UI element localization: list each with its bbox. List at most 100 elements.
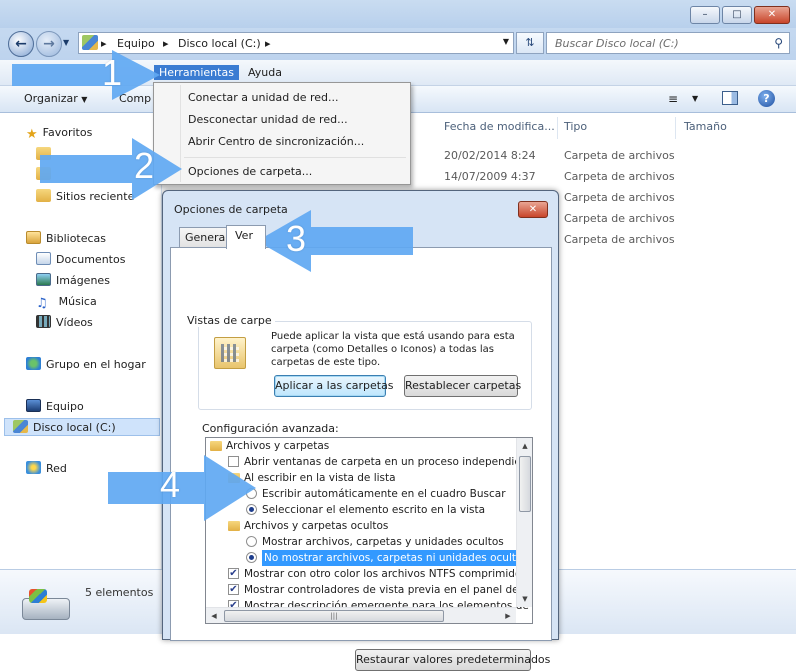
- vertical-scrollbar[interactable]: ▲ ▼: [516, 438, 532, 607]
- advanced-setting-label: Al escribir en la vista de lista: [244, 472, 396, 484]
- scroll-thumb[interactable]: [519, 456, 531, 512]
- search-icon[interactable]: ⚲: [774, 36, 783, 50]
- nav-label: Música: [58, 295, 97, 308]
- view-options-icon[interactable]: ≡: [668, 92, 678, 106]
- advanced-setting-label: Mostrar con otro color los archivos NTFS…: [244, 568, 533, 580]
- file-type: Carpeta de archivos: [564, 170, 675, 183]
- documents-icon: [36, 252, 51, 265]
- scroll-thumb[interactable]: |||: [224, 610, 444, 622]
- status-item-count: 5 elementos: [85, 586, 154, 599]
- scroll-right-icon[interactable]: ▶: [500, 608, 516, 623]
- title-bar: – □ ✕: [0, 0, 796, 28]
- folder-views-icon: [214, 337, 246, 369]
- herramientas-dropdown: Conectar a unidad de red... Desconectar …: [153, 82, 411, 185]
- nav-label: Equipo: [46, 400, 84, 413]
- menu-herramientas[interactable]: Herramientas: [154, 65, 239, 80]
- nav-label: Documentos: [56, 253, 126, 266]
- advanced-setting-item[interactable]: ✔ Mostrar con otro color los archivos NTF…: [206, 566, 532, 582]
- nav-disco-local[interactable]: Disco local (C:): [4, 418, 160, 436]
- annotation-arrow-2: [40, 138, 182, 200]
- pictures-icon: [36, 273, 51, 286]
- search-input[interactable]: Buscar Disco local (C:) ⚲: [546, 32, 790, 54]
- maximize-button[interactable]: □: [722, 6, 752, 24]
- column-header-tamano[interactable]: Tamaño: [684, 120, 727, 133]
- chevron-down-icon[interactable]: ▼: [503, 37, 509, 46]
- column-header-fecha[interactable]: Fecha de modifica...: [444, 120, 555, 133]
- advanced-setting-label: Seleccionar el elemento escrito en la vi…: [262, 504, 486, 516]
- breadcrumb-separator-icon[interactable]: ▸: [163, 37, 169, 50]
- restaurar-valores-button[interactable]: Restaurar valores predeterminados: [355, 649, 550, 671]
- chevron-down-icon[interactable]: ▼: [692, 94, 698, 103]
- preview-pane-icon[interactable]: [722, 91, 738, 105]
- menu-item-conectar-unidad[interactable]: Conectar a unidad de red...: [188, 91, 338, 104]
- advanced-setting-label: Archivos y carpetas: [226, 440, 330, 452]
- checkbox[interactable]: ✔: [228, 568, 239, 579]
- folder-icon: [228, 521, 240, 531]
- minimize-button[interactable]: –: [690, 6, 720, 24]
- nav-red[interactable]: Red: [26, 460, 67, 478]
- drive-icon: [22, 589, 70, 620]
- nav-videos[interactable]: Vídeos: [36, 314, 93, 332]
- horizontal-scrollbar[interactable]: ◀ ||| ▶: [206, 607, 516, 623]
- advanced-setting-label: Mostrar controladores de vista previa en…: [244, 584, 533, 596]
- menu-item-opciones-carpeta[interactable]: Opciones de carpeta...: [188, 165, 312, 178]
- restablecer-carpetas-button[interactable]: Restablecer carpetas: [404, 375, 521, 397]
- breadcrumb-disco-local[interactable]: Disco local (C:): [178, 37, 261, 50]
- annotation-number-2: 2: [134, 145, 155, 186]
- file-type: Carpeta de archivos: [564, 212, 675, 225]
- breadcrumb-separator-icon[interactable]: ▸: [265, 37, 271, 50]
- nav-label: Red: [46, 462, 67, 475]
- advanced-setting-label: Escribir automáticamente en el cuadro Bu…: [262, 488, 506, 500]
- nav-label: Imágenes: [56, 274, 110, 287]
- search-placeholder: Buscar Disco local (C:): [555, 37, 679, 50]
- library-icon: [26, 231, 41, 244]
- close-window-button[interactable]: ✕: [754, 6, 790, 24]
- nav-equipo[interactable]: Equipo: [26, 398, 84, 416]
- refresh-icon[interactable]: ⇅: [516, 32, 544, 54]
- annotation-arrow-4: [108, 455, 256, 521]
- nav-documentos[interactable]: Documentos: [36, 251, 125, 269]
- tab-ver[interactable]: Ver: [226, 225, 266, 249]
- nav-label: Grupo en el hogar: [46, 358, 146, 371]
- advanced-setting-label: No mostrar archivos, carpetas ni unidade…: [262, 550, 530, 566]
- advanced-setting-item[interactable]: Mostrar archivos, carpetas y unidades oc…: [206, 534, 516, 550]
- nav-imagenes[interactable]: Imágenes: [36, 272, 110, 290]
- folder-icon: [210, 441, 222, 451]
- radio-button[interactable]: [246, 552, 257, 563]
- column-separator[interactable]: [675, 117, 676, 139]
- nav-label: Vídeos: [56, 316, 93, 329]
- menu-item-desconectar-unidad[interactable]: Desconectar unidad de red...: [188, 113, 348, 126]
- history-dropdown-icon[interactable]: ▼: [63, 38, 69, 47]
- nav-grupo-hogar[interactable]: Grupo en el hogar: [26, 356, 146, 374]
- annotation-number-3: 3: [286, 218, 307, 259]
- checkbox[interactable]: ✔: [228, 584, 239, 595]
- computer-icon: [82, 35, 98, 50]
- radio-button[interactable]: [246, 536, 257, 547]
- column-header-tipo[interactable]: Tipo: [564, 120, 587, 133]
- advanced-setting-item[interactable]: No mostrar archivos, carpetas ni unidade…: [206, 550, 530, 566]
- network-icon: [26, 461, 41, 474]
- breadcrumb-separator-icon[interactable]: ▸: [101, 37, 107, 50]
- scroll-down-icon[interactable]: ▼: [517, 591, 532, 607]
- homegroup-icon: [26, 357, 41, 370]
- help-icon[interactable]: ?: [758, 90, 775, 107]
- close-icon[interactable]: ✕: [518, 201, 548, 218]
- menu-separator: [184, 157, 406, 158]
- menu-ayuda[interactable]: Ayuda: [243, 65, 287, 80]
- scroll-up-icon[interactable]: ▲: [517, 438, 532, 454]
- column-separator[interactable]: [557, 117, 558, 139]
- vistas-group-label: Vistas de carpe: [184, 314, 275, 327]
- nav-bibliotecas[interactable]: Bibliotecas: [26, 230, 106, 248]
- scroll-left-icon[interactable]: ◀: [206, 608, 222, 623]
- advanced-setting-label: Mostrar archivos, carpetas y unidades oc…: [262, 536, 504, 548]
- annotation-arrow-3: [257, 210, 413, 272]
- aplicar-carpetas-button[interactable]: Aplicar a las carpetas: [274, 375, 394, 397]
- file-type: Carpeta de archivos: [564, 149, 675, 162]
- advanced-setting-item[interactable]: ✔ Mostrar controladores de vista previa e…: [206, 582, 532, 598]
- breadcrumb-equipo[interactable]: Equipo: [117, 37, 155, 50]
- music-icon: ♫: [36, 296, 48, 311]
- file-type: Carpeta de archivos: [564, 191, 675, 204]
- nav-musica[interactable]: ♫ Música: [36, 293, 97, 311]
- menu-item-centro-sincronizacion[interactable]: Abrir Centro de sincronización...: [188, 135, 364, 148]
- drive-icon: [13, 420, 28, 433]
